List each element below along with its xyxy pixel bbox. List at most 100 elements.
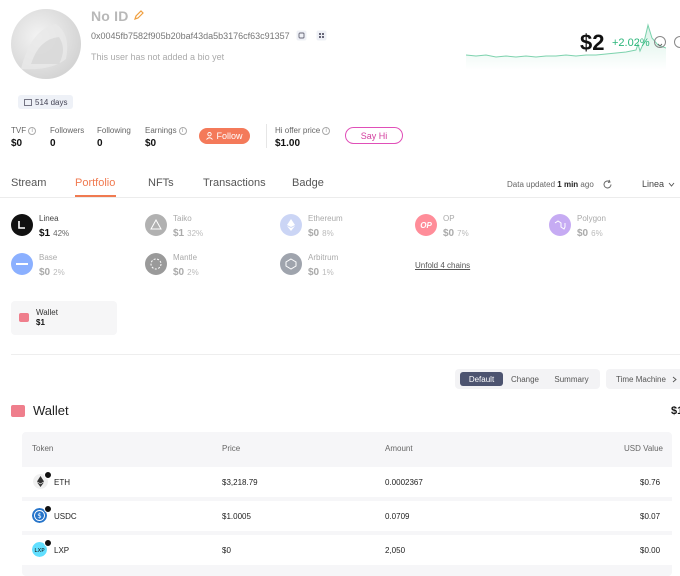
view-change-button[interactable]: Change (505, 372, 545, 386)
data-updated-suffix: ago (580, 180, 594, 189)
stat-hi-offer: Hi offer price i $1.00 (275, 126, 331, 149)
stat-following-label: Following (97, 126, 131, 135)
table-row[interactable] (22, 467, 672, 497)
time-machine-button[interactable]: Time Machine (606, 369, 680, 389)
refresh-icon[interactable] (602, 179, 613, 190)
linea-badge-icon (44, 539, 52, 547)
arbitrum-icon (280, 253, 302, 275)
view-summary-button[interactable]: Summary (548, 372, 595, 386)
total-balance: $2 (580, 30, 605, 55)
chevron-down-icon (668, 182, 675, 187)
unfold-chains-link[interactable]: Unfold 4 chains (415, 261, 470, 270)
chain-name: Ethereum (308, 214, 343, 223)
chain-value: $1 (39, 228, 51, 239)
tab-stream[interactable]: Stream (11, 177, 46, 189)
polygon-icon (549, 214, 571, 236)
chain-name: Polygon (577, 214, 606, 223)
stat-followers-value: 0 (50, 138, 56, 149)
calendar-icon (24, 99, 32, 106)
chain-percent: 2% (53, 268, 65, 277)
chain-value: $0 (39, 267, 51, 278)
balance-change: +2.02% (612, 37, 650, 49)
edit-icon[interactable] (133, 9, 145, 21)
copy-icon[interactable] (296, 30, 307, 41)
wallet-section-total: $1 (671, 405, 680, 417)
wallet-card-value: $1 (36, 318, 45, 327)
chevron-right-icon (672, 376, 677, 382)
chain-name: Base (39, 253, 58, 262)
tab-nfts[interactable]: NFTs (148, 177, 174, 189)
chain-selector[interactable]: Linea (642, 179, 675, 189)
stat-earnings: Earnings i $0 (145, 126, 187, 149)
lxp-icon-text: LXP (34, 548, 45, 554)
token-usd-value: $0.07 (640, 512, 661, 521)
view-default-button[interactable]: Default (460, 372, 503, 386)
linea-badge-icon (44, 471, 52, 479)
stat-tvf-label: TVF (11, 126, 27, 135)
tab-transactions[interactable]: Transactions (203, 177, 266, 189)
data-updated-time: 1 min (557, 180, 579, 189)
chain-percent: 8% (322, 229, 334, 238)
chain-item-mantle[interactable]: Mantle $0 2% (145, 253, 199, 280)
wallet-card-label: Wallet (36, 308, 58, 317)
chain-item-ethereum[interactable]: Ethereum $0 8% (280, 214, 343, 241)
chain-percent: 2% (187, 268, 199, 277)
stat-following-value: 0 (97, 138, 103, 149)
chain-percent: 1% (322, 268, 334, 277)
chain-name: Taiko (173, 214, 192, 223)
wallet-icon (11, 405, 25, 417)
taiko-icon (145, 214, 167, 236)
stat-earnings-label: Earnings (145, 126, 177, 135)
stat-following[interactable]: Following 0 (97, 126, 131, 149)
op-icon: OP (415, 214, 437, 236)
chain-item-linea[interactable]: Linea $1 42% (11, 214, 69, 241)
token-amount: 0.0709 (385, 512, 410, 521)
chevron-down-icon[interactable] (654, 36, 666, 48)
qr-code-icon[interactable] (316, 30, 327, 41)
table-row[interactable] (22, 501, 672, 531)
chain-item-taiko[interactable]: Taiko $1 32% (145, 214, 203, 241)
avatar (11, 9, 81, 79)
info-icon[interactable]: i (28, 126, 37, 135)
chain-name: Linea (39, 214, 59, 223)
info-icon[interactable]: i (322, 126, 331, 135)
tab-badge[interactable]: Badge (292, 177, 324, 189)
chain-percent: 42% (53, 229, 70, 238)
chain-item-polygon[interactable]: Polygon $0 6% (549, 214, 606, 241)
follow-button[interactable]: Follow (199, 128, 250, 144)
hi-offer-value: $1.00 (275, 138, 301, 149)
table-row[interactable] (22, 535, 672, 565)
column-header-usd-value: USD Value (624, 444, 663, 453)
chain-percent: 32% (187, 229, 204, 238)
divider (266, 124, 267, 148)
chain-item-arbitrum[interactable]: Arbitrum $0 1% (280, 253, 338, 280)
say-hi-button[interactable]: Say Hi (345, 127, 403, 144)
ethereum-icon (280, 214, 302, 236)
more-icon[interactable] (674, 36, 680, 48)
token-name: ETH (54, 478, 70, 487)
chain-value: $0 (577, 228, 589, 239)
chain-value: $0 (308, 228, 320, 239)
tab-portfolio[interactable]: Portfolio (75, 177, 115, 189)
wallet-icon (19, 313, 29, 322)
token-usd-value: $0.00 (640, 546, 661, 555)
stat-followers-label: Followers (50, 126, 85, 135)
token-amount: 0.0002367 (385, 478, 423, 487)
chain-value: $0 (443, 228, 455, 239)
linea-icon (11, 214, 33, 236)
column-header-price: Price (222, 444, 241, 453)
column-header-token: Token (32, 444, 54, 453)
chain-name: OP (443, 214, 455, 223)
profile-name: No ID (91, 8, 129, 24)
stat-earnings-value: $0 (145, 138, 157, 149)
time-machine-label: Time Machine (616, 374, 666, 384)
chain-selector-label: Linea (642, 179, 665, 189)
chain-item-op[interactable]: OP OP $0 7% (415, 214, 469, 241)
token-price: $3,218.79 (222, 478, 258, 487)
chain-item-base[interactable]: Base $0 2% (11, 253, 65, 280)
chain-value: $0 (308, 267, 320, 278)
data-updated-prefix: Data updated (507, 180, 556, 189)
info-icon[interactable]: i (178, 126, 187, 135)
token-amount: 2,050 (385, 546, 406, 555)
stat-followers[interactable]: Followers 0 (50, 126, 84, 149)
